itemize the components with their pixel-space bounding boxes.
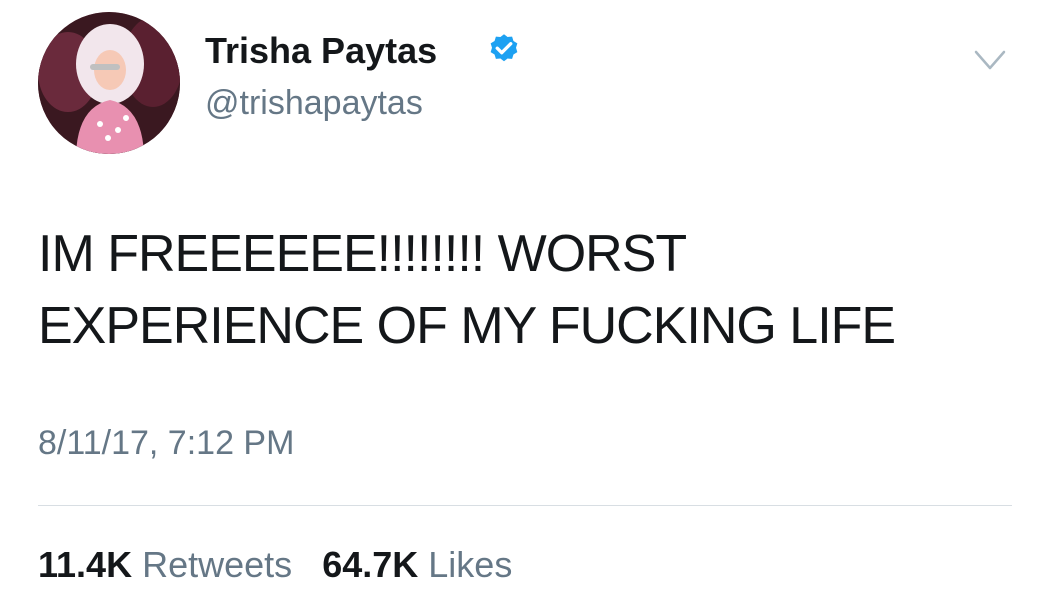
likes-label: Likes xyxy=(428,544,513,585)
display-name[interactable]: Trisha Paytas xyxy=(205,30,437,72)
tweet-timestamp[interactable]: 8/11/17, 7:12 PM xyxy=(38,424,294,463)
retweets-label: Retweets xyxy=(142,544,293,585)
retweets-count: 11.4K xyxy=(38,544,133,585)
divider xyxy=(38,505,1012,506)
likes-stat[interactable]: 64.7K Likes xyxy=(322,544,512,586)
tweet-text: IM FREEEEEE!!!!!!!! WORST EXPERIENCE OF … xyxy=(38,225,896,355)
avatar[interactable] xyxy=(38,12,180,154)
tweet-stats: 11.4K Retweets 64.7K Likes xyxy=(38,544,532,586)
tweet-card: Trisha Paytas @trishapaytas IM FREEEEEE!… xyxy=(0,0,1042,613)
avatar-image xyxy=(38,12,180,154)
verified-badge-icon xyxy=(490,34,518,62)
chevron-down-icon[interactable] xyxy=(972,46,1008,74)
retweets-stat[interactable]: 11.4K Retweets xyxy=(38,544,292,586)
user-handle[interactable]: @trishapaytas xyxy=(205,84,423,123)
likes-count: 64.7K xyxy=(322,544,419,585)
